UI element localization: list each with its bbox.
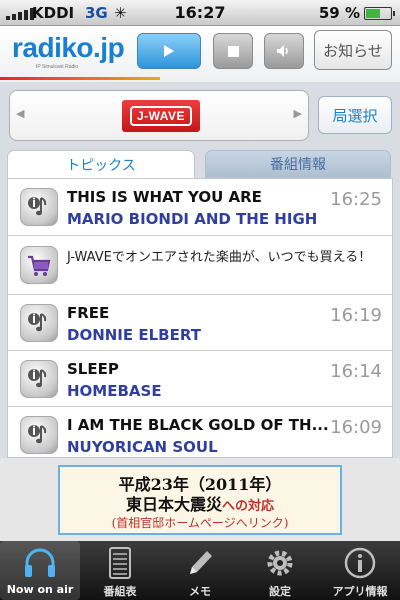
prev-station-arrow-icon[interactable]: ◀	[16, 107, 24, 120]
station-select-button[interactable]: 局選択	[318, 96, 392, 134]
bottom-tab-bar: Now on air 番組表 メモ 設定 アプリ情報	[0, 541, 400, 600]
volume-button[interactable]	[264, 33, 304, 69]
radiko-logo: radiko.jp IP Simulcast Radio	[12, 32, 125, 70]
song-info-icon	[20, 360, 58, 398]
tab-program-info[interactable]: 番組情報	[205, 150, 391, 178]
tab-app-info[interactable]: アプリ情報	[320, 541, 400, 600]
logo-underline	[0, 77, 160, 80]
play-button[interactable]	[137, 33, 201, 69]
song-title: THIS IS WHAT YOU ARE	[67, 188, 262, 206]
song-info-icon	[20, 304, 58, 342]
banner-link-text: (首相官邸ホームページへリンク)	[111, 516, 289, 530]
song-time: 16:09	[330, 417, 382, 438]
headphones-icon	[25, 548, 55, 577]
song-time: 16:25	[330, 189, 382, 210]
gear-icon	[267, 550, 293, 576]
list-item[interactable]: FREE DONNIE ELBERT 16:19	[8, 295, 392, 351]
play-icon	[164, 45, 174, 57]
pencil-icon	[190, 551, 212, 574]
schedule-icon	[109, 547, 131, 579]
song-info-icon	[20, 416, 58, 454]
song-time: 16:14	[330, 361, 382, 382]
stop-icon	[227, 45, 239, 57]
song-title: I AM THE BLACK GOLD OF TH...	[67, 416, 329, 434]
speaker-icon	[277, 45, 288, 57]
song-time: 16:19	[330, 305, 382, 326]
next-station-arrow-icon[interactable]: ▶	[294, 107, 302, 120]
tab-topics[interactable]: トピックス	[7, 150, 195, 179]
song-title: SLEEP	[67, 360, 119, 378]
news-button[interactable]: お知らせ	[314, 30, 392, 70]
song-artist: DONNIE ELBERT	[67, 326, 201, 344]
promo-text: J-WAVEでオンエアされた楽曲が、いつでも買える！	[67, 250, 372, 265]
shopping-cart-icon	[20, 246, 58, 284]
stop-button[interactable]	[213, 33, 253, 69]
list-item[interactable]: THIS IS WHAT YOU ARE MARIO BIONDI AND TH…	[8, 179, 392, 236]
battery-icon	[364, 7, 395, 20]
station-carousel[interactable]: ◀ J-WAVE ▶	[9, 90, 309, 141]
list-item[interactable]: I AM THE BLACK GOLD OF TH... NUYORICAN S…	[8, 407, 392, 457]
topics-list[interactable]: THIS IS WHAT YOU ARE MARIO BIONDI AND TH…	[7, 178, 393, 458]
tab-settings[interactable]: 設定	[240, 541, 320, 600]
info-icon	[344, 547, 376, 579]
banner-line-2: 東日本大震災への対応	[125, 495, 275, 514]
tab-schedule[interactable]: 番組表	[80, 541, 160, 600]
station-logo-jwave[interactable]: J-WAVE	[122, 100, 200, 132]
song-info-icon	[20, 188, 58, 226]
battery-percent: 59 %	[318, 4, 360, 22]
status-bar: KDDI 3G ✳ 16:27 59 %	[0, 0, 400, 26]
song-artist: HOMEBASE	[67, 382, 162, 400]
song-title: FREE	[67, 304, 110, 322]
song-artist: MARIO BIONDI AND THE HIGH	[67, 210, 318, 228]
tab-now-on-air[interactable]: Now on air	[0, 541, 80, 600]
list-item[interactable]: SLEEP HOMEBASE 16:14	[8, 351, 392, 407]
earthquake-info-banner[interactable]: 平成23年（2011年） 東日本大震災への対応 (首相官邸ホームページへリンク)	[58, 465, 342, 535]
song-artist: NUYORICAN SOUL	[67, 438, 218, 456]
tab-memo[interactable]: メモ	[160, 541, 240, 600]
list-item-promo[interactable]: J-WAVEでオンエアされた楽曲が、いつでも買える！	[8, 236, 392, 295]
